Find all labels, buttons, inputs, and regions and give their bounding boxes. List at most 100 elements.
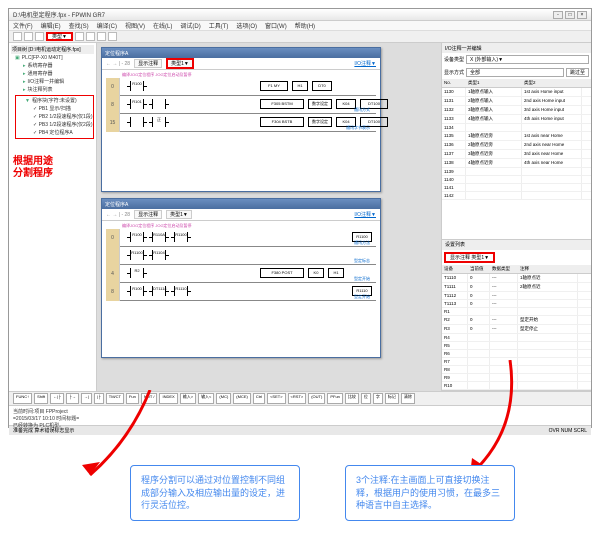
table-row[interactable]: 11362轴原点近旁2nd axis near Home: [442, 141, 591, 150]
minimize-button[interactable]: -: [553, 11, 563, 19]
ladder-instruction[interactable]: F305 BSTM: [260, 99, 304, 109]
table-row[interactable]: R20---型定开始: [442, 316, 591, 325]
ladder-rung[interactable]: 15 正F304 BSTB数字设定K04DT100通讯字节表示: [106, 114, 376, 132]
disp-comment-btn[interactable]: 显示注释: [134, 210, 162, 219]
ladder-instruction[interactable]: F304 BSTB: [260, 117, 304, 127]
function-key[interactable]: (MCE): [233, 393, 251, 404]
ladder-contact[interactable]: R100: [130, 81, 144, 91]
type-dropdown[interactable]: 类型▼: [46, 32, 73, 41]
tb-save-icon[interactable]: [35, 32, 44, 41]
menu-file[interactable]: 文件(F): [13, 21, 33, 30]
ladder-rung[interactable]: 0R100F1 MYH1DT0: [106, 78, 376, 96]
io-comment-link[interactable]: I/O注释▼: [354, 211, 376, 218]
table-row[interactable]: 1134: [442, 124, 591, 132]
function-key[interactable]: (OUT): [308, 393, 325, 404]
table-row[interactable]: R6: [442, 350, 591, 358]
tree-item[interactable]: ▸系统寄存器: [15, 62, 94, 70]
ladder-contact[interactable]: R1100: [174, 232, 188, 242]
ladder-contact[interactable]: R1110: [174, 286, 188, 296]
function-key[interactable]: FUNC↑: [13, 393, 32, 404]
tb-new-icon[interactable]: [13, 32, 22, 41]
function-key[interactable]: 位: [361, 393, 371, 404]
table-row[interactable]: T11110---2轴原点近: [442, 283, 591, 292]
menu-compile[interactable]: 编译(C): [97, 21, 117, 30]
table-row[interactable]: 1141: [442, 184, 591, 192]
function-key[interactable]: 比较: [345, 393, 359, 404]
function-key[interactable]: |├: [94, 393, 104, 404]
doc-title[interactable]: 定位程序A: [102, 48, 380, 58]
table-row[interactable]: R1: [442, 308, 591, 316]
ladder-contact[interactable]: R101: [130, 99, 144, 109]
function-key[interactable]: <SET>: [267, 393, 285, 404]
table-row[interactable]: R8: [442, 366, 591, 374]
ladder-instruction[interactable]: F1 MY: [260, 81, 288, 91]
ladder-contact[interactable]: 正: [152, 117, 166, 127]
function-key[interactable]: 输入<: [198, 393, 214, 404]
table-row[interactable]: R7: [442, 358, 591, 366]
ladder-contact[interactable]: R1104: [152, 250, 166, 260]
table-row[interactable]: T11130---: [442, 300, 591, 308]
function-key[interactable]: PFun: [327, 393, 343, 404]
table-row[interactable]: R9: [442, 374, 591, 382]
function-key[interactable]: <RST>: [288, 393, 307, 404]
menu-edit[interactable]: 编辑(E): [41, 21, 61, 30]
type-select[interactable]: 类型1▼: [166, 58, 194, 69]
menu-debug[interactable]: 调试(D): [180, 21, 200, 30]
table-row[interactable]: 1140: [442, 176, 591, 184]
ladder-instruction[interactable]: F380 POST: [260, 268, 304, 278]
function-key[interactable]: Fun: [126, 393, 139, 404]
table-row[interactable]: 1139: [442, 168, 591, 176]
comment-type-select[interactable]: 显示注释 类型1▼: [444, 252, 495, 263]
table-row[interactable]: T11120---: [442, 292, 591, 300]
menu-view[interactable]: 视图(V): [125, 21, 145, 30]
function-key[interactable]: 标记: [385, 393, 399, 404]
tree-item[interactable]: ▸通用寄存器: [15, 70, 94, 78]
ladder-rung[interactable]: R1100R1104型定标志: [106, 247, 376, 265]
table-row[interactable]: R4: [442, 334, 591, 342]
table-row[interactable]: 1142: [442, 192, 591, 200]
function-key[interactable]: ├→: [66, 393, 79, 404]
ladder-contact[interactable]: DT1114: [152, 286, 166, 296]
table-row[interactable]: 11301轴原点输入1st axis Home input: [442, 88, 591, 97]
table-row[interactable]: 11351轴原点近旁1st axis near Home: [442, 132, 591, 141]
function-key[interactable]: →|: [81, 393, 92, 404]
function-key[interactable]: TM/CT: [106, 393, 124, 404]
device-type-select[interactable]: X (外部输入)▼: [466, 55, 589, 64]
ladder-rung[interactable]: 0R100R110AR1100R1100通讯方法: [106, 229, 376, 247]
function-key[interactable]: (MC): [216, 393, 231, 404]
ladder-contact[interactable]: R100: [130, 232, 144, 242]
ladder-contact[interactable]: [130, 117, 144, 127]
tree-item[interactable]: ▸块注释列表: [15, 86, 94, 94]
ladder-rung[interactable]: 4R2F380 POSTK0H1型定开始: [106, 265, 376, 283]
tb-icon[interactable]: [86, 32, 95, 41]
function-key[interactable]: Ctrl: [253, 393, 265, 404]
table-row[interactable]: 11323轴原点输入3rd axis Home input: [442, 106, 591, 115]
ladder-instruction[interactable]: 数字设定: [308, 117, 332, 127]
tb-icon[interactable]: [75, 32, 84, 41]
tree-item[interactable]: ▸I/O注释一并编辑: [15, 78, 94, 86]
table-row[interactable]: R5: [442, 342, 591, 350]
ladder-instruction[interactable]: H1: [292, 81, 308, 91]
function-key[interactable]: Shift: [34, 393, 48, 404]
menu-search[interactable]: 查找(S): [69, 21, 89, 30]
display-mode-select[interactable]: 全部: [466, 68, 564, 77]
ladder-instruction[interactable]: DT0: [312, 81, 332, 91]
ladder-instruction[interactable]: K04: [336, 99, 356, 109]
ladder-contact[interactable]: R100: [130, 286, 144, 296]
tree-plc[interactable]: ▣PLC[FP-X0 M40T]: [15, 54, 94, 62]
table-row[interactable]: R10: [442, 382, 591, 390]
disp-comment-btn[interactable]: 显示注释: [134, 59, 162, 68]
table-row[interactable]: T11100---1轴原点近: [442, 274, 591, 283]
tb-icon[interactable]: [108, 32, 117, 41]
menu-online[interactable]: 在线(L): [153, 21, 172, 30]
table-row[interactable]: 11384轴原点近旁4th axis near Home: [442, 159, 591, 168]
function-key[interactable]: 清除: [401, 393, 415, 404]
ladder-instruction[interactable]: 数字设定: [308, 99, 332, 109]
ladder-instruction[interactable]: H1: [328, 268, 344, 278]
function-key[interactable]: ←|├: [50, 393, 64, 404]
table-row[interactable]: R30---型定停止: [442, 325, 591, 334]
tb-open-icon[interactable]: [24, 32, 33, 41]
tree-prog[interactable]: ✓ PB2 1/2段速程序(仅1段): [17, 113, 92, 121]
ladder-instruction[interactable]: K0: [308, 268, 324, 278]
tree-prog[interactable]: ✓ PB3 1/2段速程序(仅2段): [17, 121, 92, 129]
